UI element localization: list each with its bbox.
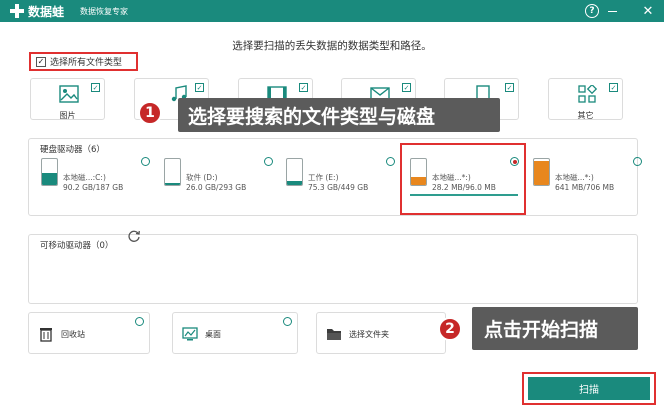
drive-usage-fill — [287, 180, 302, 185]
image-icon — [59, 85, 79, 103]
location-label: 桌面 — [205, 330, 221, 339]
select-all-checkbox[interactable]: ✓ 选择所有文件类型 — [29, 52, 138, 71]
location-recycle-bin[interactable]: 回收站 — [28, 312, 150, 354]
drive-name: 工作 (E:) — [308, 173, 339, 182]
drive-item[interactable]: 工作 (E:) 75.3 GB/449 GB — [282, 150, 398, 198]
removable-drive-panel: 可移动驱动器（0） — [28, 234, 638, 304]
close-button[interactable]: ✕ — [640, 3, 656, 19]
drive-usage-fill — [42, 172, 57, 185]
file-type-checkbox[interactable]: ✓ — [505, 83, 514, 92]
drive-size: 641 MB/706 MB — [555, 183, 615, 192]
drive-icon — [164, 158, 181, 186]
file-type-label: 图片 — [59, 111, 76, 120]
drive-radio[interactable] — [386, 157, 395, 166]
file-type-checkbox[interactable]: ✓ — [91, 83, 100, 92]
file-type-other[interactable]: ✓ 其它 — [548, 78, 623, 120]
file-type-checkbox[interactable]: ✓ — [609, 83, 618, 92]
folder-icon — [327, 329, 341, 340]
location-choose-folder[interactable]: 选择文件夹 — [316, 312, 446, 354]
file-type-image[interactable]: ✓ 图片 — [30, 78, 105, 120]
title-bar: 数据蛙 数据恢复专家 ? ✕ — [0, 0, 664, 22]
drive-item[interactable]: 本地磁...*:) 641 MB/706 MB — [529, 150, 645, 198]
page-heading: 选择要扫描的丢失数据的数据类型和路径。 — [232, 40, 432, 52]
refresh-icon[interactable] — [127, 229, 141, 243]
location-label: 回收站 — [61, 330, 85, 339]
drive-icon — [41, 158, 58, 186]
app-logo-icon — [10, 4, 24, 18]
drive-size: 90.2 GB/187 GB — [63, 183, 124, 192]
drive-size: 75.3 GB/449 GB — [308, 183, 369, 192]
location-radio[interactable] — [283, 317, 292, 326]
scan-button[interactable]: 扫描 — [528, 377, 650, 400]
app-subtitle: 数据恢复专家 — [80, 7, 128, 16]
app-name: 数据蛙 — [28, 5, 65, 19]
location-label: 选择文件夹 — [349, 330, 389, 339]
drive-radio[interactable] — [264, 157, 273, 166]
desktop-icon — [182, 327, 198, 341]
drive-size: 26.0 GB/293 GB — [186, 183, 247, 192]
drive-icon — [533, 158, 550, 186]
recycle-bin-icon — [40, 328, 52, 342]
help-button[interactable]: ? — [585, 4, 599, 18]
drive-radio[interactable] — [141, 157, 150, 166]
step1-callout: 选择要搜索的文件类型与磁盘 — [178, 98, 500, 132]
selected-drive-highlight — [400, 143, 526, 215]
select-all-label: 选择所有文件类型 — [50, 58, 123, 68]
drive-usage-fill — [534, 161, 549, 185]
drive-name: 本地磁...*:) — [555, 173, 594, 182]
other-icon — [578, 85, 597, 103]
select-all-check-icon: ✓ — [36, 56, 46, 67]
drive-name: 软件 (D:) — [186, 173, 218, 182]
drive-usage-fill — [165, 182, 180, 185]
drive-radio[interactable] — [633, 157, 642, 166]
step2-badge: 2 — [438, 317, 462, 341]
file-type-label: 其它 — [577, 111, 594, 120]
removable-drive-title: 可移动驱动器（0） — [40, 241, 114, 251]
step2-callout: 点击开始扫描 — [472, 307, 638, 350]
location-radio[interactable] — [135, 317, 144, 326]
file-type-checkbox[interactable]: ✓ — [402, 83, 411, 92]
drive-name: 本地磁...:C:) — [63, 173, 106, 182]
minimize-button[interactable] — [604, 3, 620, 19]
step1-badge: 1 — [138, 101, 162, 125]
file-type-checkbox[interactable]: ✓ — [299, 83, 308, 92]
location-desktop[interactable]: 桌面 — [172, 312, 298, 354]
file-type-checkbox[interactable]: ✓ — [195, 83, 204, 92]
minimize-icon — [607, 10, 617, 12]
drive-item[interactable]: 软件 (D:) 26.0 GB/293 GB — [160, 150, 276, 198]
drive-icon — [286, 158, 303, 186]
drive-item[interactable]: 本地磁...:C:) 90.2 GB/187 GB — [37, 150, 153, 198]
